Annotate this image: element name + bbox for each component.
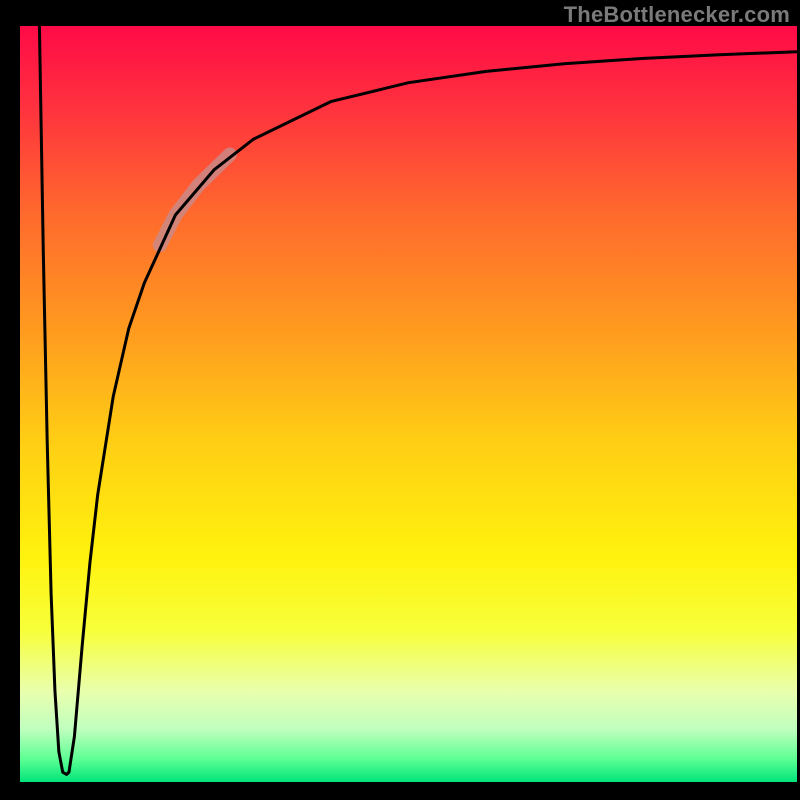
plot-background [20,26,797,782]
bottleneck-chart [0,0,800,800]
watermark-text: TheBottlenecker.com [564,2,790,28]
chart-container: TheBottlenecker.com [0,0,800,800]
